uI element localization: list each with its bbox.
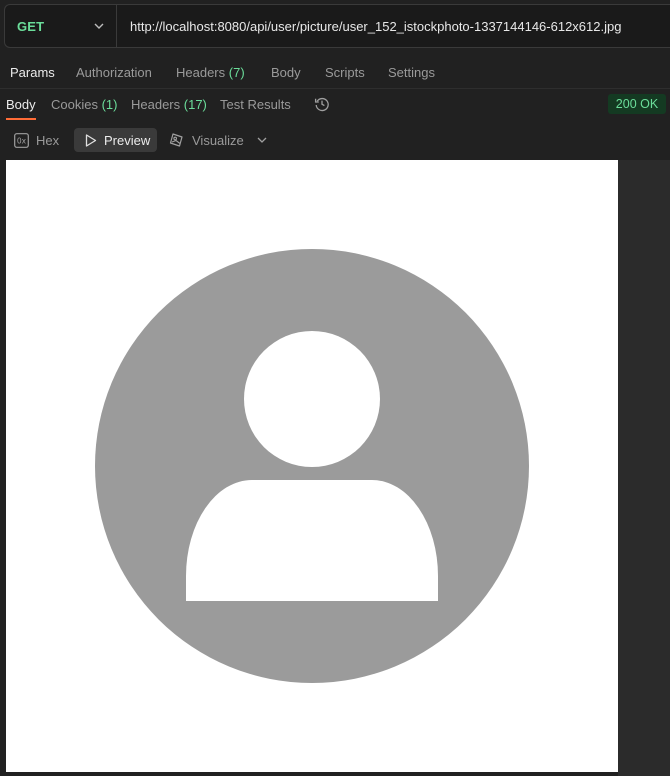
visualize-label: Visualize [192, 132, 244, 148]
cookies-count: (1) [101, 97, 118, 112]
visualize-icon [169, 133, 183, 147]
tab-headers-label: Headers [176, 65, 226, 80]
tab-body[interactable]: Body [271, 65, 301, 80]
avatar-body [186, 480, 438, 601]
response-headers-count: (17) [183, 97, 207, 112]
request-tabs: Params Authorization Headers (7) Body Sc… [0, 58, 670, 89]
cookies-label: Cookies [51, 97, 98, 112]
url-input[interactable]: http://localhost:8080/api/user/picture/u… [117, 19, 621, 34]
preview-label: Preview [104, 132, 151, 148]
tab-scripts[interactable]: Scripts [325, 65, 365, 80]
view-mode-bar: 0x Hex Preview Visualize [0, 124, 670, 156]
hex-label: Hex [36, 132, 60, 148]
active-tab-indicator [6, 118, 36, 120]
response-tab-cookies[interactable]: Cookies (1) [51, 97, 117, 112]
response-tabs: Body Cookies (1) Headers (17) Test Resul… [0, 89, 670, 121]
default-user-avatar-icon [95, 249, 529, 683]
visualize-button[interactable]: Visualize [169, 128, 244, 152]
tab-params[interactable]: Params [10, 65, 55, 80]
response-tab-body[interactable]: Body [6, 97, 36, 112]
tab-settings[interactable]: Settings [388, 65, 435, 80]
response-headers-label: Headers [131, 97, 181, 112]
status-badge: 200 OK [608, 94, 666, 114]
hex-icon: 0x [14, 132, 29, 148]
play-icon [85, 133, 97, 147]
visualize-dropdown-chevron-icon[interactable] [257, 137, 267, 143]
preview-button[interactable]: Preview [74, 128, 157, 152]
avatar-head [244, 331, 380, 467]
preview-side-panel [618, 160, 670, 776]
history-icon[interactable] [314, 96, 330, 112]
url-bar: GET http://localhost:8080/api/user/pictu… [4, 4, 670, 48]
response-tab-headers[interactable]: Headers (17) [131, 97, 207, 112]
response-tab-test-results[interactable]: Test Results [220, 97, 291, 112]
hex-icon-text: 0x [17, 136, 27, 145]
method-select[interactable]: GET [5, 5, 117, 47]
method-label: GET [17, 18, 45, 34]
tab-authorization[interactable]: Authorization [76, 65, 152, 80]
hex-button[interactable]: 0x Hex [14, 128, 63, 152]
tab-headers[interactable]: Headers (7) [176, 65, 245, 80]
response-preview-image [6, 160, 618, 772]
chevron-down-icon [94, 23, 104, 29]
tab-headers-count: (7) [228, 65, 245, 80]
